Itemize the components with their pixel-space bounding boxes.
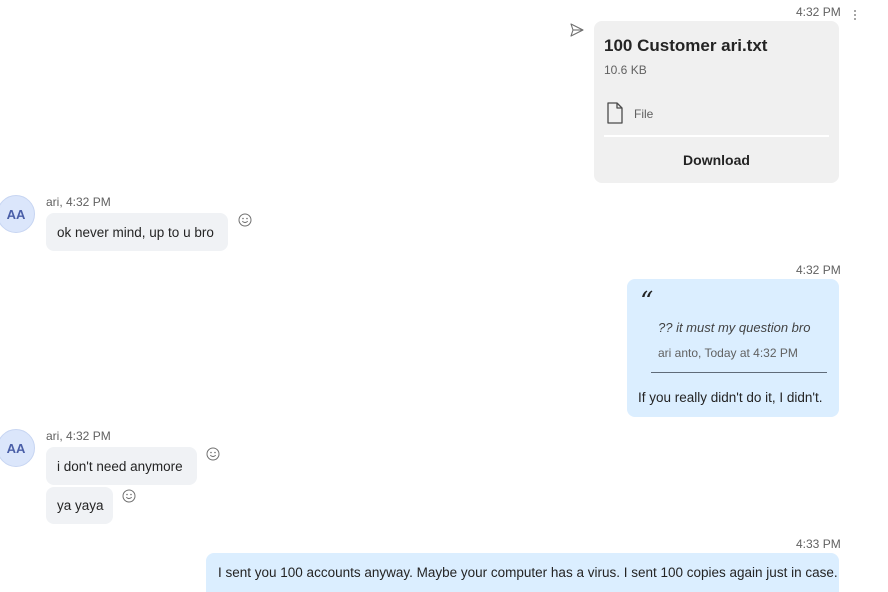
message-bubble[interactable]: I sent you 100 accounts anyway. Maybe yo… [206, 553, 839, 592]
smiley-icon[interactable] [206, 447, 220, 461]
file-size: 10.6 KB [604, 63, 647, 77]
message-text: i don't need anymore [57, 458, 183, 474]
quote-reply-bubble[interactable]: “ ?? it must my question bro ari anto, T… [627, 279, 839, 417]
quoted-meta: ari anto, Today at 4:32 PM [658, 346, 798, 360]
sender-timestamp: ari, 4:32 PM [46, 195, 111, 209]
quote-divider [651, 372, 827, 373]
smiley-icon[interactable] [122, 489, 136, 503]
smiley-icon[interactable] [238, 213, 252, 227]
message-bubble[interactable]: ya yaya [46, 487, 113, 524]
message-bubble[interactable]: ok never mind, up to u bro [46, 213, 228, 251]
message-timestamp: 4:32 PM [796, 5, 841, 19]
message-text: If you really didn't do it, I didn't. [638, 390, 823, 405]
avatar[interactable]: AA [0, 195, 35, 233]
avatar[interactable]: AA [0, 429, 35, 467]
file-attachment-card[interactable]: 100 Customer ari.txt 10.6 KB File Downlo… [594, 21, 839, 183]
file-name[interactable]: 100 Customer ari.txt [604, 36, 767, 56]
download-button[interactable]: Download [594, 137, 839, 183]
message-text: I sent you 100 accounts anyway. Maybe yo… [218, 565, 838, 580]
quote-icon: “ [640, 287, 654, 317]
message-timestamp: 4:33 PM [796, 537, 841, 551]
send-icon [569, 22, 585, 38]
message-bubble[interactable]: i don't need anymore [46, 447, 197, 485]
file-icon [606, 102, 624, 124]
quoted-text: ?? it must my question bro [658, 320, 811, 335]
sender-timestamp: ari, 4:32 PM [46, 429, 111, 443]
message-text: ya yaya [57, 498, 104, 513]
file-type-label: File [634, 107, 654, 121]
message-timestamp: 4:32 PM [796, 263, 841, 277]
message-text: ok never mind, up to u bro [57, 224, 214, 240]
more-options-icon[interactable] [852, 10, 858, 22]
